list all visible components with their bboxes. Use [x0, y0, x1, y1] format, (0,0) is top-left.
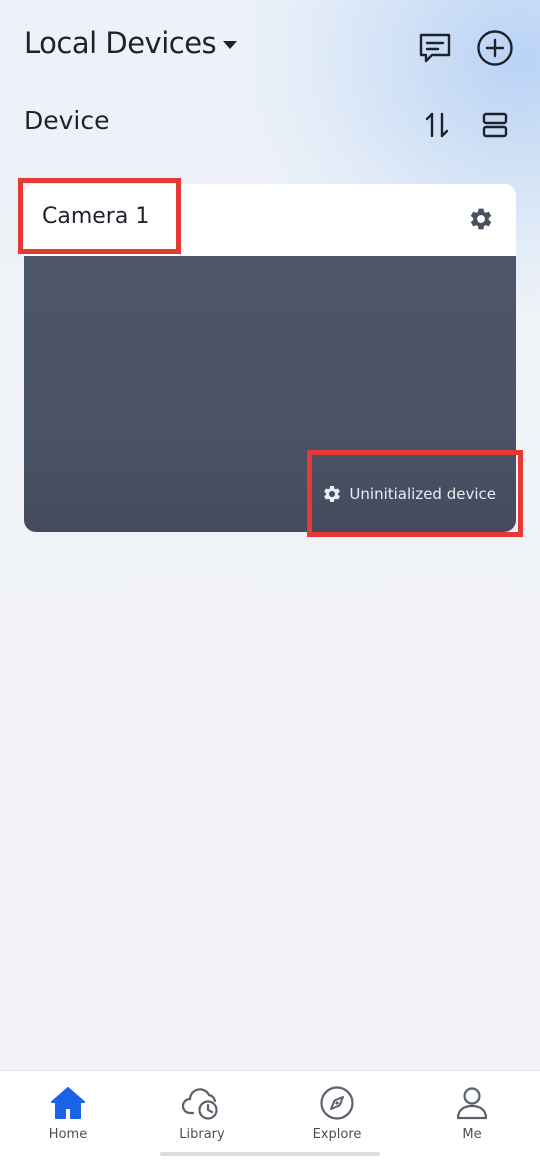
tab-label: Home — [48, 1127, 88, 1142]
plus-circle-icon — [477, 30, 513, 66]
sort-button[interactable] — [420, 108, 454, 142]
location-selector[interactable]: Local Devices — [24, 26, 238, 60]
caret-down-icon — [223, 41, 238, 49]
list-view-icon — [482, 112, 508, 138]
device-card-header: Camera 1 — [24, 184, 516, 256]
app-header: Local Devices Device — [0, 0, 540, 170]
tab-home[interactable]: Home — [8, 1085, 128, 1142]
add-device-button[interactable] — [475, 28, 515, 68]
tab-label: Library — [179, 1127, 225, 1142]
gear-icon — [470, 208, 492, 230]
compass-icon — [320, 1086, 354, 1120]
messages-button[interactable] — [416, 30, 454, 66]
device-status[interactable]: Uninitialized device — [322, 484, 496, 504]
device-card[interactable]: Camera 1 Uninitialized device — [24, 184, 516, 532]
sort-icon — [425, 112, 449, 138]
section-title: Device — [24, 106, 110, 135]
tab-label: Explore — [312, 1127, 362, 1142]
home-indicator — [160, 1152, 380, 1156]
tab-library[interactable]: Library — [142, 1085, 262, 1142]
page-title: Local Devices — [24, 26, 217, 60]
cloud-clock-icon — [181, 1088, 218, 1120]
gear-icon — [324, 486, 341, 502]
device-settings-button[interactable] — [468, 206, 494, 236]
home-icon — [51, 1087, 85, 1119]
tab-label: Me — [462, 1127, 482, 1142]
user-icon — [456, 1087, 488, 1120]
layout-toggle-button[interactable] — [478, 108, 512, 142]
device-status-text: Uninitialized device — [349, 485, 496, 503]
message-icon — [419, 33, 451, 63]
bottom-tab-bar: Home Library Explore Me — [0, 1070, 540, 1160]
device-name: Camera 1 — [42, 204, 150, 229]
device-preview[interactable]: Uninitialized device — [24, 256, 516, 532]
tab-explore[interactable]: Explore — [277, 1085, 397, 1142]
tab-me[interactable]: Me — [412, 1085, 532, 1142]
